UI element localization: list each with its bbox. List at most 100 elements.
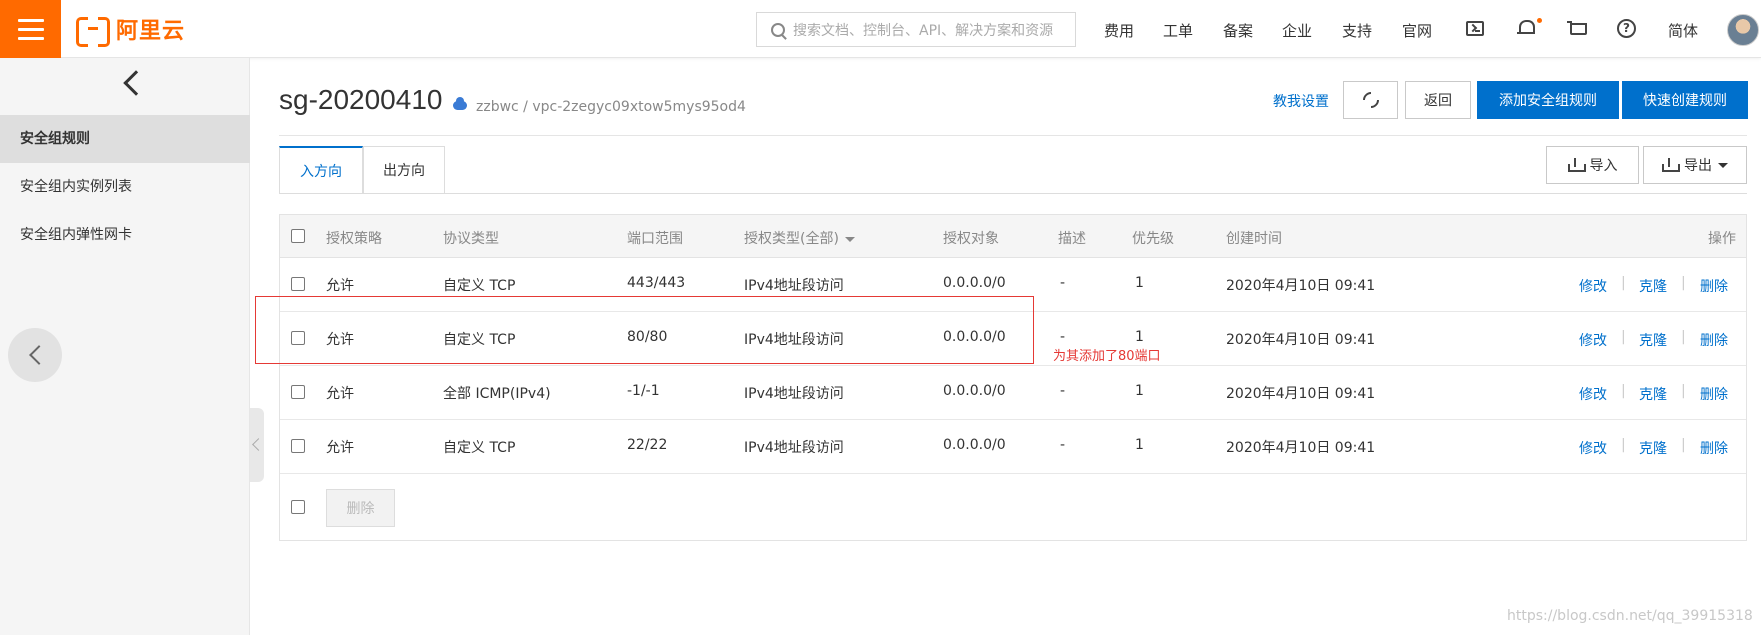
add-security-rule-button[interactable]: 添加安全组规则: [1477, 81, 1619, 119]
th-auth-type-filter[interactable]: 授权类型(全部): [744, 228, 855, 248]
export-icon: [1662, 158, 1680, 172]
nav-billing[interactable]: 费用: [1104, 20, 1134, 41]
sidebar-item-eni[interactable]: 安全组内弹性网卡: [0, 211, 250, 259]
nav-enterprise[interactable]: 企业: [1282, 20, 1312, 41]
action-separator: |: [1681, 383, 1686, 399]
nav-tickets[interactable]: 工单: [1163, 20, 1193, 41]
cell-desc: -: [1060, 383, 1066, 399]
back-button[interactable]: 返回: [1405, 81, 1471, 119]
quick-create-rule-button[interactable]: 快速创建规则: [1622, 81, 1748, 119]
chevron-left-icon[interactable]: [123, 70, 149, 96]
teach-me-link[interactable]: 教我设置: [1273, 91, 1329, 111]
aliyun-logo-icon: [76, 17, 110, 47]
bell-icon[interactable]: [1517, 19, 1535, 36]
cell-priority: 1: [1135, 383, 1144, 399]
delete-link[interactable]: 删除: [1700, 276, 1728, 296]
cell-policy: 允许: [326, 278, 354, 294]
th-auth-type-label: 授权类型(全部): [744, 231, 839, 247]
cell-auth-type: IPv4地址段访问: [744, 440, 844, 456]
cell-created: 2020年4月10日 09:41: [1226, 440, 1376, 456]
table-row: 允许 全部 ICMP(IPv4) -1/-1 IPv4地址段访问 0.0.0.0…: [280, 366, 1746, 420]
cell-created: 2020年4月10日 09:41: [1226, 332, 1376, 348]
sidebar-item-security-group-rules[interactable]: 安全组规则: [0, 115, 250, 163]
hamburger-icon[interactable]: [0, 0, 61, 58]
terminal-icon[interactable]: [1466, 21, 1484, 36]
cell-port: 22/22: [627, 437, 668, 453]
cell-protocol: 自定义 TCP: [443, 278, 516, 294]
brand-logo[interactable]: 阿里云: [76, 15, 186, 47]
clone-link[interactable]: 克隆: [1639, 384, 1667, 404]
bulk-delete-button[interactable]: 删除: [326, 489, 395, 527]
vpc-cloud-icon: [453, 97, 467, 110]
nav-official-site[interactable]: 官网: [1402, 20, 1432, 41]
row-checkbox[interactable]: [291, 277, 305, 291]
page-subtitle: zzbwc / vpc-2zegyc09xtow5mys95od4: [476, 99, 746, 115]
edit-link[interactable]: 修改: [1579, 384, 1607, 404]
search-input[interactable]: 搜索文档、控制台、API、解决方案和资源: [756, 12, 1076, 47]
chevron-down-icon: [1718, 162, 1728, 168]
th-protocol: 协议类型: [443, 231, 499, 247]
avatar[interactable]: [1727, 14, 1759, 46]
brand-name: 阿里云: [116, 19, 186, 44]
th-actions: 操作: [1708, 231, 1736, 247]
cell-target: 0.0.0.0/0: [943, 383, 1006, 399]
edit-link[interactable]: 修改: [1579, 438, 1607, 458]
sidebar: 安全组规则 安全组内实例列表 安全组内弹性网卡: [0, 58, 250, 635]
th-created: 创建时间: [1226, 231, 1282, 247]
refresh-button[interactable]: [1343, 81, 1398, 119]
cell-protocol: 全部 ICMP(IPv4): [443, 386, 551, 402]
delete-link[interactable]: 删除: [1700, 330, 1728, 350]
action-separator: |: [1621, 437, 1626, 453]
cell-protocol: 自定义 TCP: [443, 440, 516, 456]
collapse-sidebar-button[interactable]: [8, 328, 62, 382]
import-button[interactable]: 导入: [1546, 146, 1639, 184]
action-separator: |: [1621, 383, 1626, 399]
cell-created: 2020年4月10日 09:41: [1226, 386, 1376, 402]
action-separator: |: [1621, 329, 1626, 345]
cell-desc: -: [1060, 437, 1066, 453]
action-separator: |: [1681, 329, 1686, 345]
th-priority: 优先级: [1132, 231, 1174, 247]
th-policy: 授权策略: [326, 231, 382, 247]
edit-link[interactable]: 修改: [1579, 276, 1607, 296]
cell-created: 2020年4月10日 09:41: [1226, 278, 1376, 294]
delete-link[interactable]: 删除: [1700, 384, 1728, 404]
th-port: 端口范围: [627, 231, 683, 247]
cell-desc: -: [1060, 329, 1066, 345]
bulk-select-checkbox[interactable]: [291, 500, 305, 514]
clone-link[interactable]: 克隆: [1639, 438, 1667, 458]
cart-icon[interactable]: [1567, 21, 1587, 35]
sidebar-edge-handle[interactable]: [250, 408, 264, 482]
row-checkbox[interactable]: [291, 385, 305, 399]
table-header: 授权策略 协议类型 端口范围 授权类型(全部) 授权对象 描述 优先级 创建时间…: [280, 215, 1746, 258]
action-separator: |: [1681, 437, 1686, 453]
language-switch[interactable]: 简体: [1668, 20, 1698, 41]
cell-priority: 1: [1135, 437, 1144, 453]
row-checkbox[interactable]: [291, 439, 305, 453]
nav-icp[interactable]: 备案: [1223, 20, 1253, 41]
edit-link[interactable]: 修改: [1579, 330, 1607, 350]
cell-policy: 允许: [326, 386, 354, 402]
nav-support[interactable]: 支持: [1342, 20, 1372, 41]
clone-link[interactable]: 克隆: [1639, 276, 1667, 296]
watermark: https://blog.csdn.net/qq_39915318: [1507, 608, 1753, 624]
import-label: 导入: [1589, 158, 1618, 174]
delete-link[interactable]: 删除: [1700, 438, 1728, 458]
cell-auth-type: IPv4地址段访问: [744, 278, 844, 294]
cell-target: 0.0.0.0/0: [943, 275, 1006, 291]
sidebar-item-instances[interactable]: 安全组内实例列表: [0, 163, 250, 211]
top-bar: 阿里云 搜索文档、控制台、API、解决方案和资源 费用 工单 备案 企业 支持 …: [0, 0, 1761, 58]
export-button[interactable]: 导出: [1643, 146, 1747, 184]
select-all-checkbox[interactable]: [291, 229, 305, 243]
clone-link[interactable]: 克隆: [1639, 330, 1667, 350]
tabs-divider: [279, 193, 1747, 194]
annotation-note: 为其添加了80端口: [1053, 349, 1161, 364]
tab-inbound[interactable]: 入方向: [279, 146, 363, 194]
header-divider: [279, 135, 1747, 136]
action-separator: |: [1681, 275, 1686, 291]
search-placeholder: 搜索文档、控制台、API、解决方案和资源: [793, 22, 1054, 39]
help-icon[interactable]: ?: [1617, 19, 1636, 38]
tab-outbound[interactable]: 出方向: [363, 146, 445, 194]
search-icon: [771, 22, 785, 37]
filter-caret-icon: [844, 236, 855, 242]
